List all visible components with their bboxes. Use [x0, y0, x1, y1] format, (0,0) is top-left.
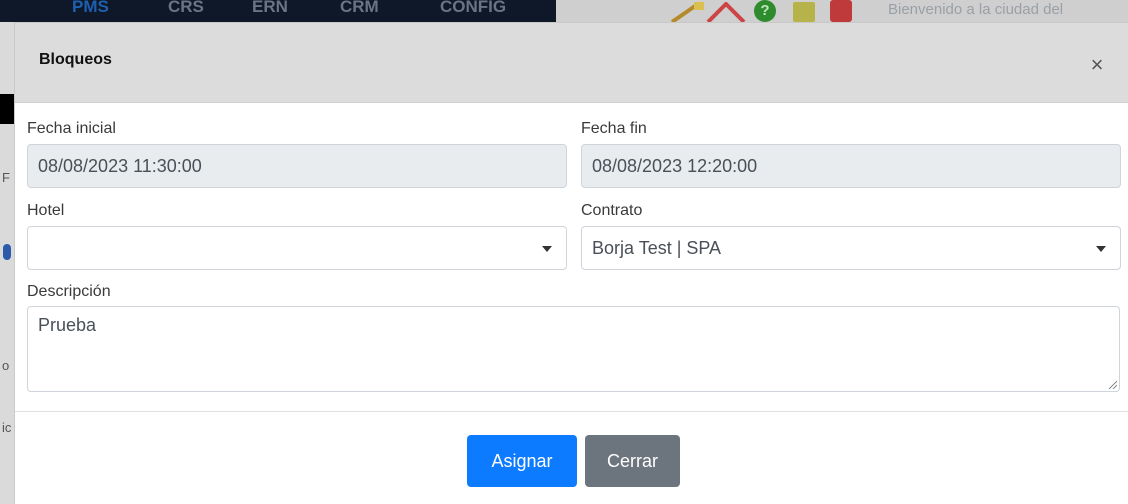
hotel-label: Hotel: [27, 202, 65, 219]
close-icon[interactable]: ×: [1085, 53, 1109, 77]
fecha-inicial-value: 08/08/2023 11:30:00: [38, 156, 202, 176]
resize-grip-icon[interactable]: [1107, 379, 1117, 389]
welcome-text: Bienvenido a la ciudad del: [888, 1, 1064, 18]
help-icon[interactable]: ?: [754, 0, 776, 22]
background-marker: [3, 244, 11, 260]
footer-divider: [15, 411, 1128, 412]
logout-icon[interactable]: [830, 0, 852, 22]
modal-header: Bloqueos ×: [15, 23, 1128, 103]
contrato-label: Contrato: [581, 202, 643, 219]
background-fragment: F: [2, 170, 10, 185]
fecha-fin-input[interactable]: 08/08/2023 12:20:00: [581, 144, 1121, 188]
fecha-inicial-input[interactable]: 08/08/2023 11:30:00: [27, 144, 567, 188]
broom-icon[interactable]: [668, 2, 708, 22]
contrato-value: Borja Test | SPA: [592, 238, 722, 258]
chevron-down-icon: [1096, 246, 1106, 252]
background-dark-bar: [0, 94, 14, 124]
home-icon[interactable]: [706, 2, 746, 22]
chevron-down-icon: [542, 246, 552, 252]
contrato-select[interactable]: Borja Test | SPA: [581, 226, 1121, 270]
asignar-button[interactable]: Asignar: [467, 435, 577, 487]
users-icon[interactable]: [793, 2, 815, 22]
fecha-fin-label: Fecha fin: [581, 120, 647, 137]
background-fragment: ic: [2, 420, 12, 435]
background-fragment: o: [2, 358, 10, 373]
background-nav: PMS CRS ERN CRM CONFIG: [0, 0, 556, 22]
modal-title: Bloqueos: [39, 51, 112, 68]
background-left-strip: F o ic: [0, 22, 14, 504]
nav-item-pms[interactable]: PMS: [72, 0, 109, 17]
cerrar-button[interactable]: Cerrar: [585, 435, 680, 487]
nav-item-crs[interactable]: CRS: [168, 0, 204, 17]
nav-item-ern[interactable]: ERN: [252, 0, 288, 17]
descripcion-label: Descripción: [27, 283, 111, 300]
fecha-inicial-label: Fecha inicial: [27, 120, 116, 137]
descripcion-value: Prueba: [38, 315, 97, 335]
bloqueos-modal: Bloqueos × Fecha inicial 08/08/2023 11:3…: [14, 22, 1128, 504]
descripcion-textarea[interactable]: Prueba: [27, 306, 1120, 392]
hotel-select[interactable]: [27, 226, 567, 270]
nav-item-crm[interactable]: CRM: [340, 0, 379, 17]
nav-item-config[interactable]: CONFIG: [440, 0, 506, 17]
fecha-fin-value: 08/08/2023 12:20:00: [592, 156, 758, 176]
